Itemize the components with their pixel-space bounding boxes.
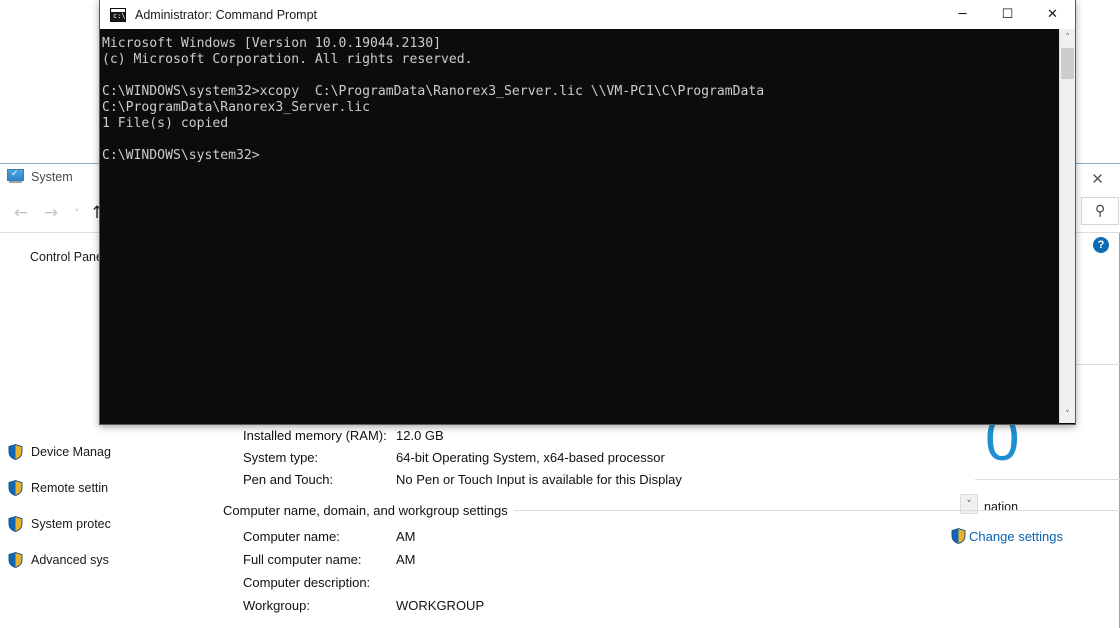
property-value: WORKGROUP [396,598,485,613]
property-label: Computer description: [243,575,371,590]
uac-shield-icon [951,528,966,544]
sidebar-item-system-protection[interactable]: System protec [8,516,111,532]
console-scrollbar[interactable]: ˄ ˅ [1059,29,1075,423]
minimize-button[interactable]: ─ [940,0,985,29]
system-window-title: System [31,169,73,184]
property-label: Computer name: [243,529,340,544]
command-prompt-title: Administrator: Command Prompt [135,7,318,22]
property-label: System type: [243,450,319,465]
content-divider-bottom [975,479,1120,480]
property-value: 64-bit Operating System, x64-based proce… [396,450,665,465]
system-close-button[interactable]: ✕ [1075,164,1120,194]
scrollbar-thumb[interactable] [1061,48,1074,79]
command-prompt-window: c:\ Administrator: Command Prompt ─ ☐ ✕ … [99,0,1076,425]
sidebar-item-label: Device Manag [31,445,111,459]
sidebar-item-advanced-system-settings[interactable]: Advanced sys [8,552,109,568]
console-icon: c:\ [110,7,126,22]
console-text: Microsoft Windows [Version 10.0.19044.21… [102,36,765,163]
change-settings-label: Change settings [969,528,1063,544]
system-task-pane: Control Panel Device Manag Remote settin… [0,236,111,576]
screen-root: ✓ System ✕ ← → ˅ ↑ ⚲ ? Control Panel Dev… [0,0,1120,628]
change-settings-link[interactable]: Change settings [951,528,1063,544]
property-label: Installed memory (RAM): [243,428,387,443]
close-button[interactable]: ✕ [1030,0,1075,29]
property-value: No Pen or Touch Input is available for t… [396,472,682,487]
sidebar-item-label: Advanced sys [31,553,109,567]
property-label: Full computer name: [243,552,362,567]
forward-arrow-icon[interactable]: → [38,200,64,226]
window-controls: ─ ☐ ✕ [940,0,1075,29]
control-panel-home-link[interactable]: Control Panel [30,250,106,264]
system-window-title-group: ✓ System [7,169,73,184]
section-heading: Computer name, domain, and workgroup set… [223,503,514,518]
sidebar-item-label: Remote settin [31,481,109,495]
sidebar-item-remote-settings[interactable]: Remote settin [8,480,108,496]
maximize-button[interactable]: ☐ [985,0,1030,29]
property-label: Pen and Touch: [243,472,334,487]
property-value: AM [396,529,416,544]
monitor-icon: ✓ [7,169,24,184]
sidebar-item-device-manager[interactable]: Device Manag [8,444,111,460]
sidebar-item-label: System protec [31,517,111,531]
scroll-up-button[interactable]: ˄ [1060,29,1075,46]
console-output-area[interactable]: Microsoft Windows [Version 10.0.19044.21… [100,29,1059,423]
search-input[interactable]: ⚲ [1081,197,1119,225]
uac-shield-icon [8,480,23,496]
property-value: 12.0 GB [396,428,444,443]
scroll-down-button[interactable]: ˅ [960,494,978,514]
uac-shield-icon [8,516,23,532]
system-information-label: nation [984,500,1019,514]
back-arrow-icon[interactable]: ← [8,200,34,226]
command-prompt-titlebar[interactable]: c:\ Administrator: Command Prompt ─ ☐ ✕ [100,0,1075,29]
scroll-down-button[interactable]: ˅ [1060,406,1075,423]
property-value: AM [396,552,416,567]
search-icon: ⚲ [1094,203,1106,219]
property-label: Workgroup: [243,598,310,613]
uac-shield-icon [8,444,23,460]
help-icon[interactable]: ? [1093,237,1109,253]
uac-shield-icon [8,552,23,568]
